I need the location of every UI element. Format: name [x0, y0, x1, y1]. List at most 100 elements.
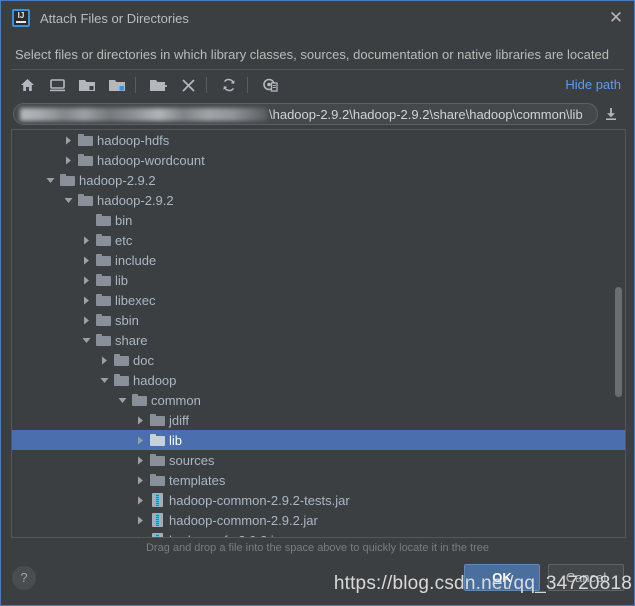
- tree-row-label: hadoop: [133, 372, 177, 388]
- new-folder-icon[interactable]: [145, 72, 171, 98]
- tree-row-label: jdiff: [169, 412, 189, 428]
- tree-row[interactable]: hadoop-hdfs: [12, 130, 625, 150]
- jar-icon: [148, 530, 166, 537]
- drag-drop-hint: Drag and drop a file into the space abov…: [145, 542, 490, 554]
- tree-vertical-scrollbar[interactable]: [613, 131, 624, 537]
- folder-icon: [94, 330, 112, 350]
- tree-row-label: hadoop-nfs-2.9.2.jar: [169, 533, 285, 538]
- chevron-right-icon[interactable]: [96, 350, 112, 370]
- chevron-right-icon[interactable]: [60, 150, 76, 170]
- file-tree-panel: hadoop-hdfs hadoop-wordcount hadoop-2.9.2 h…: [11, 129, 626, 538]
- tree-row[interactable]: sources: [12, 450, 625, 470]
- chevron-down-icon[interactable]: [114, 390, 130, 410]
- jar-icon: [148, 510, 166, 530]
- tree-row[interactable]: lib: [12, 270, 625, 290]
- intellij-idea-icon: [12, 9, 30, 27]
- tree-row[interactable]: hadoop-2.9.2: [12, 190, 625, 210]
- chevron-right-icon[interactable]: [78, 290, 94, 310]
- folder-icon: [76, 130, 94, 150]
- folder-icon: [94, 310, 112, 330]
- toolbar-separator: [206, 77, 207, 93]
- delete-icon[interactable]: [175, 72, 201, 98]
- folder-icon: [112, 370, 130, 390]
- folder-icon: [94, 270, 112, 290]
- folder-icon: [94, 210, 112, 230]
- path-value: \hadoop-2.9.2\hadoop-2.9.2\share\hadoop\…: [269, 106, 583, 122]
- chevron-right-icon[interactable]: [78, 270, 94, 290]
- tree-row[interactable]: libexec: [12, 290, 625, 310]
- folder-icon: [94, 230, 112, 250]
- chevron-down-icon[interactable]: [78, 330, 94, 350]
- ok-button[interactable]: OK: [464, 564, 540, 591]
- chevron-right-icon[interactable]: [132, 450, 148, 470]
- chevron-down-icon[interactable]: [42, 170, 58, 190]
- chevron-right-icon[interactable]: [132, 490, 148, 510]
- chevron-right-icon[interactable]: [132, 430, 148, 450]
- cancel-button[interactable]: Cancel: [548, 564, 624, 591]
- chevron-down-icon[interactable]: [60, 190, 76, 210]
- tree-row[interactable]: lib: [12, 430, 625, 450]
- chevron-down-icon[interactable]: [96, 370, 112, 390]
- download-icon[interactable]: [598, 103, 624, 125]
- tree-row[interactable]: hadoop-wordcount: [12, 150, 625, 170]
- tree-row-label: doc: [133, 352, 154, 368]
- folder-icon: [58, 170, 76, 190]
- tree-row[interactable]: hadoop-nfs-2.9.2.jar: [12, 530, 625, 537]
- chevron-right-icon[interactable]: [78, 250, 94, 270]
- tree-row[interactable]: hadoop-2.9.2: [12, 170, 625, 190]
- path-bar: \hadoop-2.9.2\hadoop-2.9.2\share\hadoop\…: [2, 100, 634, 128]
- folder-icon: [94, 250, 112, 270]
- help-button[interactable]: ?: [12, 566, 36, 590]
- toolbar-separator: [135, 77, 136, 93]
- chevron-right-icon[interactable]: [60, 130, 76, 150]
- desktop-icon[interactable]: [44, 72, 70, 98]
- chevron-right-icon[interactable]: [132, 470, 148, 490]
- chevron-right-icon[interactable]: [78, 310, 94, 330]
- dialog-title: Attach Files or Directories: [40, 10, 189, 26]
- tree-row[interactable]: sbin: [12, 310, 625, 330]
- tree-row-label: include: [115, 252, 157, 268]
- folder-icon: [148, 450, 166, 470]
- tree-row-label: lib: [115, 272, 129, 288]
- file-chooser-toolbar: Hide path: [2, 70, 634, 100]
- dialog-titlebar: Attach Files or Directories ✕: [2, 2, 634, 34]
- close-icon[interactable]: ✕: [605, 7, 627, 29]
- tree-row[interactable]: include: [12, 250, 625, 270]
- show-hidden-files-icon[interactable]: [257, 72, 283, 98]
- file-tree[interactable]: hadoop-hdfs hadoop-wordcount hadoop-2.9.2 h…: [12, 130, 625, 537]
- tree-scrollbar-thumb[interactable]: [615, 287, 622, 397]
- tree-row[interactable]: templates: [12, 470, 625, 490]
- tree-row[interactable]: jdiff: [12, 410, 625, 430]
- tree-row[interactable]: common: [12, 390, 625, 410]
- redacted-path-prefix: [20, 107, 268, 121]
- tree-row-label: bin: [115, 212, 133, 228]
- tree-row[interactable]: bin: [12, 210, 625, 230]
- tree-row-label: hadoop-common-2.9.2-tests.jar: [169, 492, 350, 508]
- module-folder-icon[interactable]: [104, 72, 130, 98]
- tree-row[interactable]: etc: [12, 230, 625, 250]
- dialog-description: Select files or directories in which lib…: [15, 47, 609, 62]
- home-icon[interactable]: [14, 72, 40, 98]
- hide-path-link[interactable]: Hide path: [565, 77, 621, 92]
- refresh-icon[interactable]: [216, 72, 242, 98]
- tree-row-label: hadoop-wordcount: [97, 152, 205, 168]
- project-folder-icon[interactable]: [74, 72, 100, 98]
- tree-row-label: share: [115, 332, 148, 348]
- tree-row-label: common: [151, 392, 201, 408]
- tree-row[interactable]: share: [12, 330, 625, 350]
- tree-row[interactable]: doc: [12, 350, 625, 370]
- chevron-right-icon[interactable]: [132, 530, 148, 537]
- chevron-right-icon[interactable]: [132, 410, 148, 430]
- tree-row-label: hadoop-2.9.2: [79, 172, 156, 188]
- tree-row[interactable]: hadoop-common-2.9.2-tests.jar: [12, 490, 625, 510]
- folder-icon: [148, 430, 166, 450]
- folder-icon: [76, 150, 94, 170]
- chevron-right-icon[interactable]: [78, 230, 94, 250]
- tree-row[interactable]: hadoop-common-2.9.2.jar: [12, 510, 625, 530]
- tree-row-label: hadoop-common-2.9.2.jar: [169, 512, 318, 528]
- tree-row-label: sbin: [115, 312, 139, 328]
- tree-row[interactable]: hadoop: [12, 370, 625, 390]
- chevron-right-icon[interactable]: [132, 510, 148, 530]
- path-input[interactable]: \hadoop-2.9.2\hadoop-2.9.2\share\hadoop\…: [13, 103, 598, 125]
- folder-icon: [148, 470, 166, 490]
